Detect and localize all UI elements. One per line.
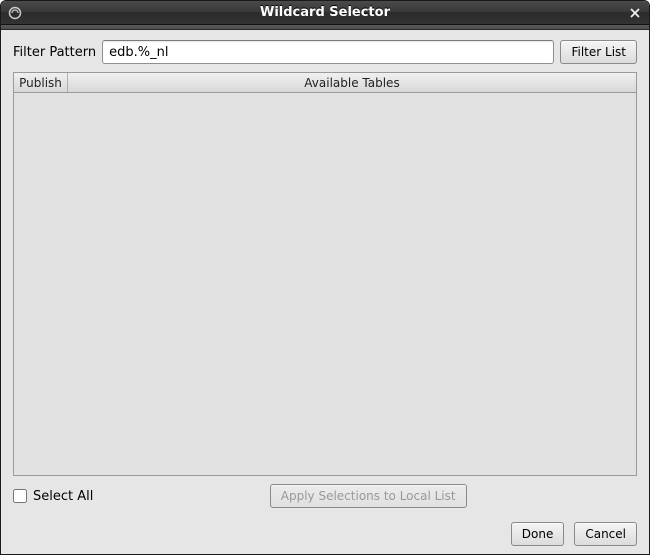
tables-list: Publish Available Tables	[13, 72, 637, 476]
window-frame: Wildcard Selector Filter Pattern Filter …	[0, 0, 650, 555]
filter-list-button[interactable]: Filter List	[560, 40, 637, 64]
apply-wrapper: Apply Selections to Local List	[99, 484, 637, 508]
select-all-checkbox[interactable]	[13, 489, 27, 503]
select-all-row: Select All Apply Selections to Local Lis…	[13, 484, 637, 508]
cancel-button[interactable]: Cancel	[574, 522, 637, 546]
select-all-label: Select All	[33, 489, 93, 504]
table-body	[14, 93, 636, 475]
apply-selections-button[interactable]: Apply Selections to Local List	[270, 484, 467, 508]
titlebar: Wildcard Selector	[1, 1, 649, 25]
app-icon	[7, 5, 23, 21]
column-header-publish[interactable]: Publish	[14, 73, 68, 92]
table-header: Publish Available Tables	[14, 73, 636, 93]
window-body: Filter Pattern Filter List Publish Avail…	[1, 30, 649, 554]
filter-row: Filter Pattern Filter List	[13, 40, 637, 64]
done-button[interactable]: Done	[511, 522, 565, 546]
column-header-available-tables[interactable]: Available Tables	[68, 73, 636, 92]
close-icon[interactable]	[627, 5, 643, 21]
filter-pattern-input[interactable]	[102, 40, 554, 64]
window-title: Wildcard Selector	[260, 5, 390, 20]
dialog-buttons: Done Cancel	[13, 522, 637, 546]
filter-pattern-label: Filter Pattern	[13, 45, 96, 60]
